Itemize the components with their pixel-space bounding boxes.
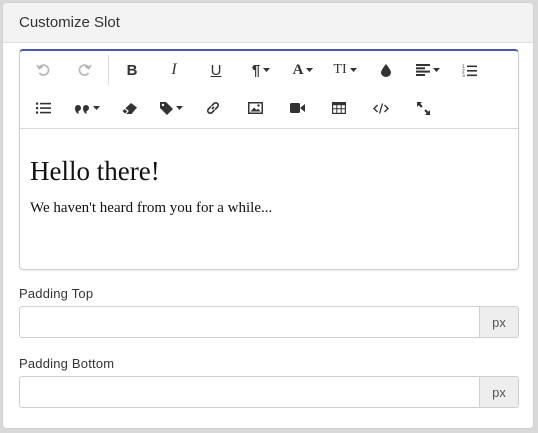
redo-icon <box>78 64 92 76</box>
code-view-button[interactable] <box>370 89 392 127</box>
padding-top-label: Padding Top <box>19 286 94 301</box>
font-color-icon: A <box>292 61 304 78</box>
video-button[interactable] <box>286 89 308 127</box>
tag-icon <box>159 101 173 115</box>
align-dropdown[interactable] <box>413 51 443 89</box>
code-icon <box>373 102 389 114</box>
padding-bottom-input[interactable] <box>19 376 479 408</box>
redo-button[interactable] <box>74 51 96 89</box>
paragraph-icon: ¶ <box>251 61 261 79</box>
align-icon <box>416 64 430 76</box>
padding-top-input[interactable] <box>19 306 479 338</box>
color-button[interactable] <box>375 51 397 89</box>
quote-icon <box>74 104 89 114</box>
table-button[interactable] <box>328 89 350 127</box>
content-heading: Hello there! <box>30 156 160 186</box>
ordered-list-button[interactable]: 123 <box>458 51 480 89</box>
bold-button[interactable]: B <box>121 51 143 89</box>
padding-bottom-label: Padding Bottom <box>19 356 115 371</box>
fullscreen-button[interactable] <box>412 89 434 127</box>
link-button[interactable] <box>202 89 224 127</box>
chevron-down-icon <box>175 106 183 110</box>
tag-dropdown[interactable] <box>156 89 186 127</box>
eraser-icon <box>122 102 137 114</box>
toolbar-row-2 <box>20 89 518 127</box>
unordered-list-button[interactable] <box>32 89 54 127</box>
chevron-down-icon <box>92 106 100 110</box>
font-color-dropdown[interactable]: A <box>288 51 318 89</box>
customize-slot-panel: Customize Slot B I U ¶ A TI 1 2 3 Hello … <box>2 2 534 429</box>
padding-top-unit: px <box>479 306 519 338</box>
video-icon <box>289 103 305 113</box>
chevron-down-icon <box>349 68 357 72</box>
table-icon <box>332 102 346 114</box>
quote-dropdown[interactable] <box>72 89 102 127</box>
italic-icon: I <box>171 61 177 78</box>
image-icon <box>247 102 263 114</box>
undo-icon <box>36 64 50 76</box>
fullscreen-icon <box>416 101 430 115</box>
editor-toolbar: B I U ¶ A TI 1 2 3 <box>20 51 518 129</box>
padding-top-field-group: px <box>19 306 519 338</box>
content-paragraph: We haven't heard from you for a while... <box>30 200 273 216</box>
font-size-dropdown[interactable]: TI <box>330 51 360 89</box>
chevron-down-icon <box>433 68 440 72</box>
toolbar-row-1: B I U ¶ A TI 1 2 3 <box>20 51 518 89</box>
link-icon <box>207 102 219 114</box>
padding-bottom-field-group: px <box>19 376 519 408</box>
editor-content[interactable]: Hello there! We haven't heard from you f… <box>30 131 508 217</box>
panel-title: Customize Slot <box>3 3 533 43</box>
clear-format-button[interactable] <box>118 89 140 127</box>
undo-button[interactable] <box>32 51 54 89</box>
rich-text-editor: B I U ¶ A TI 1 2 3 Hello there! We haven… <box>19 49 519 270</box>
ordered-list-icon: 123 <box>462 64 477 77</box>
bold-icon: B <box>126 61 138 79</box>
padding-bottom-unit: px <box>479 376 519 408</box>
font-size-icon: TI <box>333 62 347 77</box>
toolbar-separator <box>108 55 109 85</box>
italic-button[interactable]: I <box>163 51 185 89</box>
svg-text:3: 3 <box>462 73 465 77</box>
color-drop-icon <box>381 63 391 77</box>
chevron-down-icon <box>263 68 271 72</box>
underline-icon: U <box>210 61 222 79</box>
unordered-list-icon <box>35 102 51 114</box>
underline-button[interactable]: U <box>205 51 227 89</box>
image-button[interactable] <box>244 89 266 127</box>
paragraph-dropdown[interactable]: ¶ <box>246 51 276 89</box>
chevron-down-icon <box>306 68 314 72</box>
